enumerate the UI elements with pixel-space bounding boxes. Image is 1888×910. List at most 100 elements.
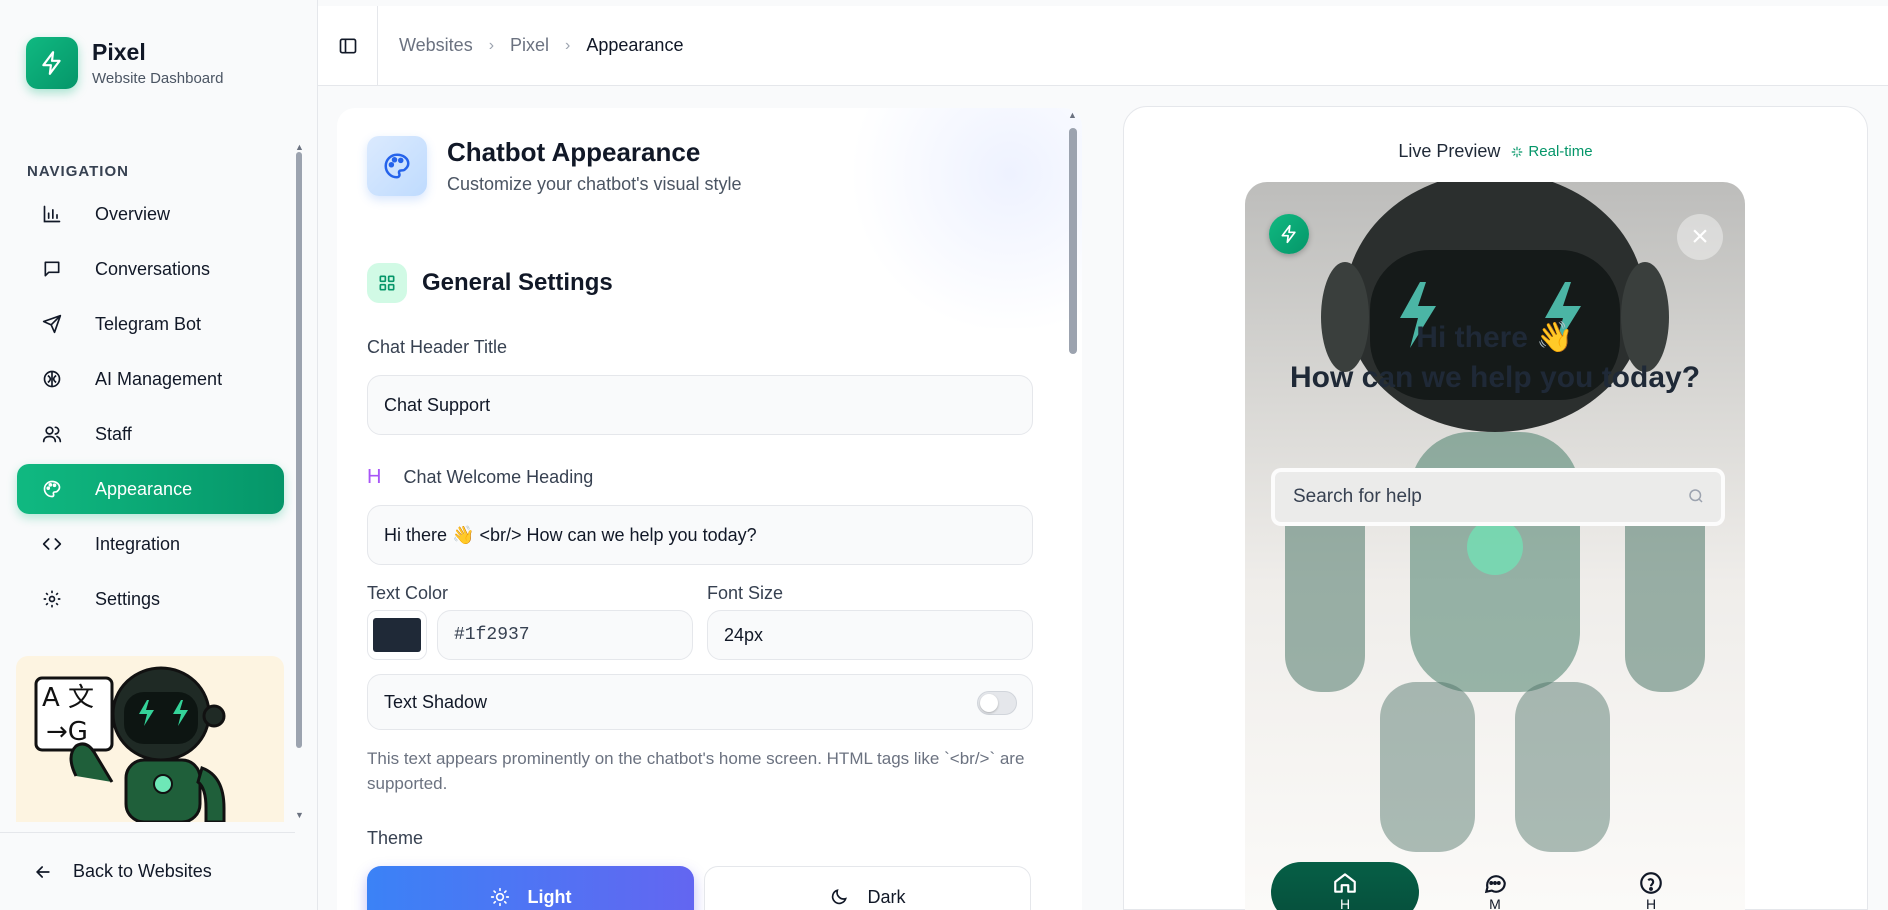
font-size-input[interactable]: 24px: [707, 610, 1033, 660]
breadcrumb-pixel[interactable]: Pixel: [510, 35, 549, 56]
search-icon: [1687, 487, 1705, 511]
widget-tab-help[interactable]: H: [1577, 862, 1725, 910]
page-title: Chatbot Appearance: [447, 137, 701, 167]
nav-heading: NAVIGATION: [27, 163, 129, 180]
sidebar-item-settings[interactable]: Settings: [17, 574, 284, 624]
sidebar-item-label: Integration: [95, 533, 181, 554]
sidebar-item-telegram-bot[interactable]: Telegram Bot: [17, 299, 284, 349]
app: Pixel Website Dashboard NAVIGATION Overv…: [0, 0, 1888, 910]
home-icon: [1334, 873, 1356, 893]
page-subtitle: Customize your chatbot's visual style: [447, 174, 742, 194]
scroll-up-icon[interactable]: ▲: [1068, 110, 1077, 120]
section-title: General Settings: [422, 269, 613, 296]
palette-icon: [41, 478, 63, 500]
theme-light-button[interactable]: Light: [367, 866, 694, 910]
sidebar-item-staff[interactable]: Staff: [17, 409, 284, 459]
live-preview-header: Live Preview Real-time: [1123, 141, 1868, 162]
text-color-swatch[interactable]: [367, 610, 427, 660]
theme-dark-button[interactable]: Dark: [704, 866, 1031, 910]
moon-icon: [829, 887, 849, 907]
brand-subtitle: Website Dashboard: [92, 70, 224, 87]
sidebar: Pixel Website Dashboard NAVIGATION Overv…: [0, 0, 318, 910]
brand-name: Pixel: [92, 39, 146, 65]
arrow-left-icon: [33, 862, 53, 882]
robot-background-illustration: [1285, 182, 1705, 852]
chatbot-widget-preview: × Hi there 👋 How can we help you today? …: [1245, 182, 1745, 910]
sidebar-item-appearance[interactable]: Appearance: [17, 464, 284, 514]
sidebar-item-label: Settings: [95, 588, 161, 609]
bar-chart-icon: [41, 203, 63, 225]
back-label: Back to Websites: [73, 861, 212, 881]
settings-scroll-thumb[interactable]: [1069, 128, 1077, 354]
widget-search-input[interactable]: Search for help: [1271, 468, 1725, 526]
panel-left-icon: [339, 38, 356, 53]
brand[interactable]: Pixel Website Dashboard: [26, 37, 223, 89]
theme-light-label: Light: [527, 886, 572, 907]
sidebar-item-label: Overview: [95, 203, 171, 224]
widget-tab-home[interactable]: H: [1271, 862, 1419, 910]
appearance-settings-card: Chatbot Appearance Customize your chatbo…: [337, 108, 1082, 910]
sidebar-scrollbar[interactable]: ▲ ▼: [295, 142, 304, 822]
text-shadow-label: Text Shadow: [384, 691, 488, 712]
chat-welcome-heading-input[interactable]: Hi there 👋 <br/> How can we help you tod…: [367, 505, 1033, 565]
chat-header-title-input[interactable]: Chat Support: [367, 375, 1033, 435]
realtime-badge: Real-time: [1510, 143, 1593, 160]
text-color-input[interactable]: #1f2937: [437, 610, 693, 660]
sidebar-item-label: Staff: [95, 423, 132, 444]
text-shadow-toggle[interactable]: [977, 691, 1017, 715]
font-size-label: Font Size: [707, 583, 784, 603]
breadcrumb: Websites › Pixel › Appearance: [399, 35, 683, 56]
sidebar-item-ai-management[interactable]: AI Management: [17, 354, 284, 404]
brain-icon: [41, 368, 63, 390]
card-header: Chatbot Appearance Customize your chatbo…: [367, 136, 742, 196]
general-settings-header: General Settings: [367, 263, 613, 303]
sidebar-item-integration[interactable]: Integration: [17, 519, 284, 569]
widget-lightning-icon: [1269, 214, 1309, 254]
grid-icon: [367, 263, 407, 303]
sidebar-item-label: Appearance: [95, 478, 193, 499]
help-circle-icon: [1640, 872, 1662, 894]
settings-scrollbar[interactable]: ▲: [1067, 110, 1079, 910]
palette-icon: [367, 136, 427, 196]
back-to-websites-link[interactable]: Back to Websites: [0, 832, 295, 910]
sidebar-item-overview[interactable]: Overview: [17, 189, 284, 239]
breadcrumb-current: Appearance: [586, 35, 684, 55]
topbar: Websites › Pixel › Appearance: [318, 5, 1888, 86]
widget-bottom-nav: H M H: [1245, 862, 1745, 910]
widget-close-icon[interactable]: ×: [1677, 214, 1723, 260]
chat-welcome-heading-label: Chat Welcome Heading: [403, 467, 594, 487]
live-preview-title: Live Preview: [1398, 141, 1501, 161]
theme-label: Theme: [367, 828, 424, 848]
chevron-right-icon: ›: [488, 36, 495, 54]
sidebar-item-label: Telegram Bot: [95, 313, 202, 334]
text-color-label: Text Color: [367, 583, 449, 603]
send-icon: [41, 313, 63, 335]
theme-dark-label: Dark: [867, 886, 906, 907]
sidebar-item-label: Conversations: [95, 258, 211, 279]
sidebar-scroll-thumb[interactable]: [296, 152, 302, 748]
chat-welcome-heading-label-row: H Chat Welcome Heading: [367, 466, 593, 489]
translate-glyphs-top: A 文: [42, 683, 94, 713]
users-icon: [41, 423, 63, 445]
sparkle-icon: [1512, 146, 1523, 157]
text-shadow-row: Text Shadow: [367, 674, 1033, 730]
robot-translate-illustration: A 文 →G: [16, 656, 284, 822]
breadcrumb-websites[interactable]: Websites: [399, 35, 473, 56]
sidebar-toggle-button[interactable]: [318, 5, 378, 86]
lightning-logo-icon: [26, 37, 78, 89]
sun-icon: [490, 887, 510, 907]
scroll-up-icon[interactable]: ▲: [295, 142, 304, 152]
welcome-help-text: This text appears prominently on the cha…: [367, 749, 1025, 793]
sidebar-item-conversations[interactable]: Conversations: [17, 244, 284, 294]
code-icon: [41, 533, 63, 555]
chat-header-title-label: Chat Header Title: [367, 337, 508, 357]
sidebar-nav: Overview Conversations Telegram Bot AI M…: [17, 189, 284, 629]
scroll-down-icon[interactable]: ▼: [295, 810, 304, 820]
widget-welcome-heading: Hi there 👋 How can we help you today?: [1289, 321, 1701, 394]
message-square-icon: [41, 258, 63, 280]
heading-icon: H: [367, 466, 382, 488]
widget-tab-messages[interactable]: M: [1421, 862, 1569, 910]
chevron-right-icon: ›: [565, 36, 571, 54]
gear-icon: [41, 588, 63, 610]
message-circle-icon: [1484, 875, 1506, 894]
